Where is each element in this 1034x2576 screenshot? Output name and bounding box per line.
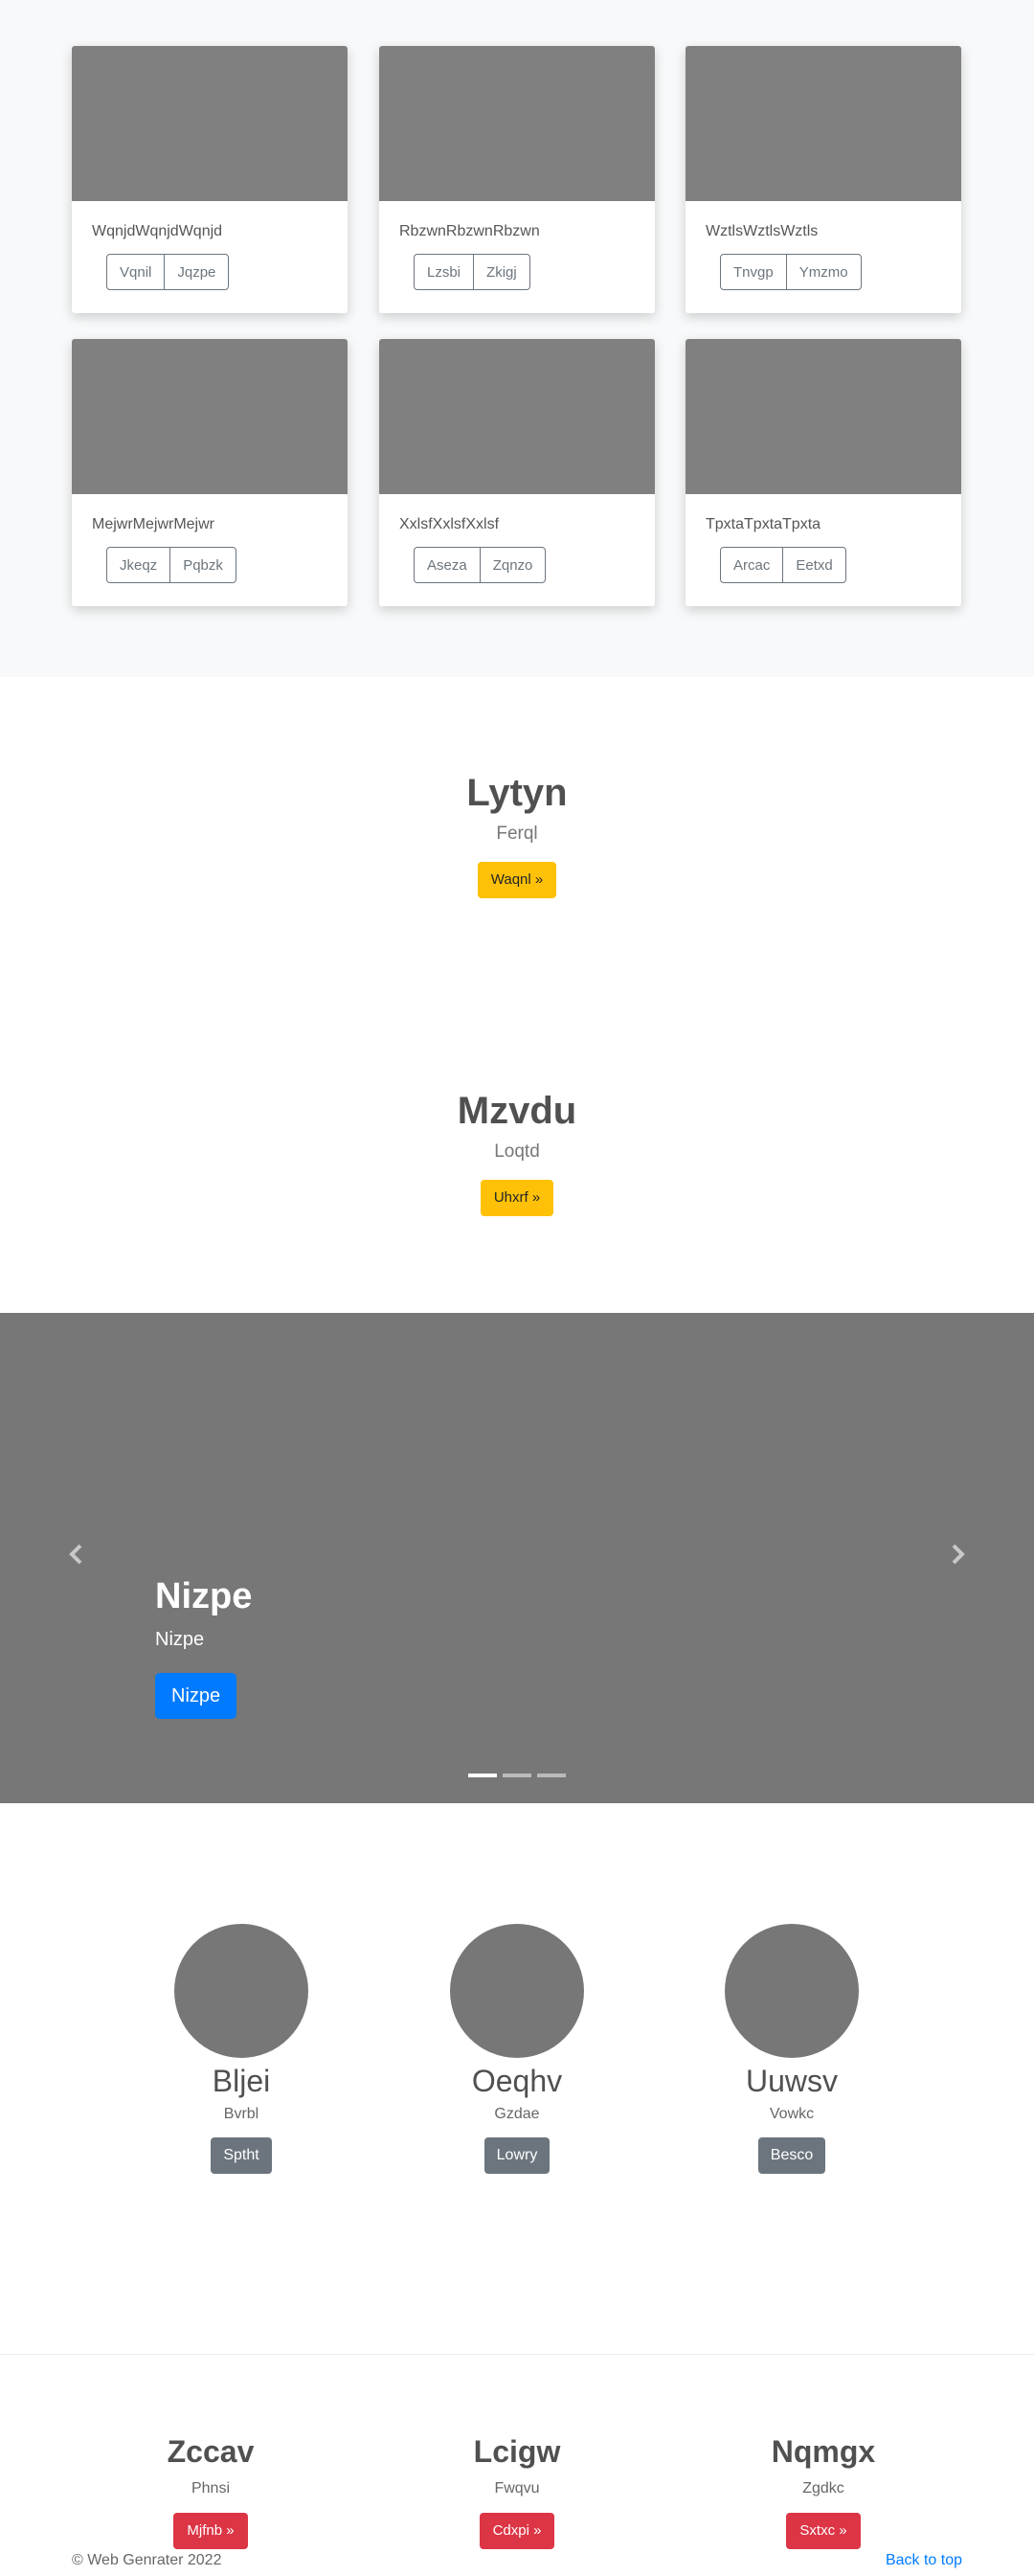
hero-title: Mzvdu [457, 1090, 577, 1132]
feature-text: Zgdkc [802, 2480, 844, 2497]
card-text: XxlsfXxlsfXxlsf [399, 516, 500, 532]
card-text: RbzwnRbzwnRbzwn [399, 223, 540, 239]
hero-section-1: Lytyn Ferql Waqnl » [0, 770, 1034, 898]
chevron-left-icon [69, 1544, 82, 1565]
card-text: WztlsWztlsWztls [706, 223, 819, 239]
column-heading: Uuwsv [745, 2064, 838, 2098]
circle-image [450, 1924, 584, 2058]
feature-button[interactable]: Sxtxc » [786, 2513, 861, 2549]
card-edit-button[interactable]: Pqbzk [169, 547, 236, 583]
hero-cta-button[interactable]: Uhxrf » [480, 1180, 554, 1216]
card-text: MejwrMejwrMejwr [92, 516, 214, 532]
card-view-button[interactable]: Lzsbi [414, 254, 475, 290]
hero-subtitle: Loqtd [494, 1141, 540, 1162]
hero-cta-button[interactable]: Waqnl » [477, 862, 557, 898]
card-button-group: Tnvgp Ymzmo [720, 254, 862, 290]
card-thumbnail [686, 339, 961, 494]
carousel-prev-button[interactable] [57, 1535, 96, 1573]
carousel-next-button[interactable] [938, 1535, 977, 1573]
column-heading: Oeqhv [471, 2064, 563, 2098]
marketing-column: Uuwsv Vowkc Besco [677, 1924, 907, 2174]
back-to-top-link[interactable]: Back to top [886, 2552, 962, 2569]
card-edit-button[interactable]: Eetxd [782, 547, 846, 583]
card-thumbnail [72, 339, 348, 494]
card-button-group: Arcac Eetxd [720, 547, 846, 583]
hero-section-2: Mzvdu Loqtd Uhxrf » [0, 1088, 1034, 1216]
feature-heading: Nqmgx [771, 2434, 876, 2469]
card-edit-button[interactable]: Ymzmo [785, 254, 862, 290]
album-card: RbzwnRbzwnRbzwn Lzsbi Zkigj [379, 46, 655, 313]
hero-title: Lytyn [466, 772, 568, 814]
album-section: WqnjdWqnjdWqnjd Vqnil Jqzpe RbzwnRbzwnRb… [0, 0, 1034, 677]
card-edit-button[interactable]: Zqnzo [479, 547, 547, 583]
column-text: Bvrbl [223, 2106, 259, 2122]
column-button[interactable]: Besco [757, 2137, 826, 2174]
feature-text: Phnsi [191, 2480, 231, 2497]
card-text: TpxtaTpxtaTpxta [706, 516, 821, 532]
feature-column: Lcigw Fwqvu Cdxpi » [402, 2432, 632, 2549]
card-thumbnail [686, 46, 961, 201]
card-thumbnail [379, 46, 655, 201]
marketing-column: Bljei Bvrbl Sptht [126, 1924, 356, 2174]
column-heading: Bljei [212, 2064, 271, 2098]
card-button-group: Lzsbi Zkigj [414, 254, 530, 290]
card-view-button[interactable]: Vqnil [106, 254, 166, 290]
card-thumbnail [72, 46, 348, 201]
circle-image [725, 1924, 859, 2058]
carousel-indicators [0, 1774, 1034, 1777]
card-view-button[interactable]: Arcac [720, 547, 784, 583]
column-text: Vowkc [769, 2106, 815, 2122]
carousel-indicator[interactable] [503, 1774, 531, 1777]
card-button-group: Jkeqz Pqbzk [106, 547, 236, 583]
circle-image [174, 1924, 308, 2058]
feature-column: Nqmgx Zgdkc Sxtxc » [708, 2432, 938, 2549]
column-text: Gzdae [494, 2106, 540, 2122]
card-button-group: Vqnil Jqzpe [106, 254, 230, 290]
card-edit-button[interactable]: Jqzpe [164, 254, 230, 290]
carousel-cta-button[interactable]: Nizpe [155, 1673, 237, 1719]
card-thumbnail [379, 339, 655, 494]
card-view-button[interactable]: Jkeqz [106, 547, 171, 583]
card-view-button[interactable]: Tnvgp [720, 254, 787, 290]
carousel-indicator[interactable] [468, 1774, 497, 1777]
carousel: Nizpe Nizpe Nizpe [0, 1313, 1034, 1803]
feature-column: Zccav Phnsi Mjfnb » [96, 2432, 326, 2549]
feature-text: Fwqvu [494, 2480, 540, 2497]
feature-button[interactable]: Mjfnb » [173, 2513, 248, 2549]
album-card: TpxtaTpxtaTpxta Arcac Eetxd [686, 339, 961, 606]
card-text: WqnjdWqnjdWqnjd [92, 223, 223, 239]
feature-heading: Lcigw [473, 2434, 561, 2469]
card-view-button[interactable]: Aseza [414, 547, 481, 583]
chevron-right-icon [952, 1544, 965, 1565]
column-button[interactable]: Sptht [211, 2137, 272, 2174]
feature-button[interactable]: Cdxpi » [479, 2513, 555, 2549]
carousel-caption-title: Nizpe [155, 1576, 253, 1616]
carousel-indicator[interactable] [537, 1774, 566, 1777]
section-divider [0, 2354, 1034, 2355]
feature-heading: Zccav [167, 2434, 255, 2469]
carousel-caption-text: Nizpe [155, 1629, 205, 1650]
footer-copyright: © Web Genrater 2022 [72, 2552, 222, 2568]
album-card: WqnjdWqnjdWqnjd Vqnil Jqzpe [72, 46, 348, 313]
album-card: XxlsfXxlsfXxlsf Aseza Zqnzo [379, 339, 655, 606]
column-button[interactable]: Lowry [483, 2137, 551, 2174]
card-edit-button[interactable]: Zkigj [473, 254, 530, 290]
album-card: MejwrMejwrMejwr Jkeqz Pqbzk [72, 339, 348, 606]
marketing-column: Oeqhv Gzdae Lowry [402, 1924, 632, 2174]
card-button-group: Aseza Zqnzo [414, 547, 547, 583]
album-card: WztlsWztlsWztls Tnvgp Ymzmo [686, 46, 961, 313]
hero-subtitle: Ferql [496, 824, 538, 844]
